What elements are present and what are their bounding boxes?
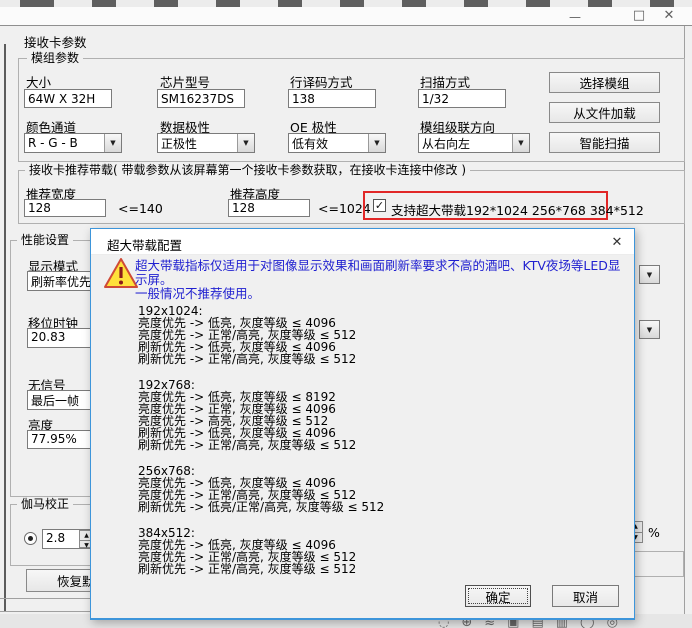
oe-polarity-value: 低有效 [289,134,368,152]
data-polarity-select[interactable]: 正极性 ▼ [157,133,255,153]
chip-model-input[interactable] [157,89,245,108]
chevron-down-icon[interactable]: ▼ [640,266,659,283]
checkmark-icon: ✓ [375,199,384,212]
scan-mode-input[interactable] [418,89,506,108]
percent-suffix: % [648,525,660,540]
spec-line: 刷新优先 -> 低亮/正常/高亮, 灰度等级 ≤ 512 [138,501,608,513]
ok-button[interactable]: 确定 [465,585,531,607]
color-channel-value: R - G - B [25,134,104,152]
row-decode-input[interactable] [288,89,376,108]
chevron-down-icon[interactable]: ▼ [368,134,385,152]
warning-line-2: 一般情况不推荐使用。 [135,287,623,301]
chevron-down-icon[interactable]: ▼ [237,134,254,152]
modal-titlebar: 超大带载配置 ✕ [91,229,634,255]
bottom-divider-line [0,611,90,612]
clipped-menu-bar [0,0,692,7]
gamma-group-title: 伽马校正 [17,497,73,511]
color-channel-select[interactable]: R - G - B ▼ [24,133,122,153]
modal-close-icon[interactable]: ✕ [606,233,628,251]
close-button[interactable]: ✕ [654,7,684,24]
oe-polarity-select[interactable]: 低有效 ▼ [288,133,386,153]
modal-title: 超大带载配置 [107,235,182,254]
spec-line: 刷新优先 -> 正常/高亮, 灰度等级 ≤ 512 [138,563,608,575]
warning-icon [103,257,139,289]
spec-section-192x1024: 192x1024: 亮度优先 -> 低亮, 灰度等级 ≤ 4096 亮度优先 -… [138,305,608,365]
spec-section-384x512: 384x512: 亮度优先 -> 低亮, 灰度等级 ≤ 4096 亮度优先 ->… [138,527,608,575]
page-title: 接收卡参数 [24,32,87,51]
cancel-button[interactable]: 取消 [552,585,619,607]
recommended-load-group-title: 接收卡推荐带载( 带载参数从该屏幕第一个接收卡参数获取，在接收卡连接中修改 ) [25,163,470,177]
chevron-down-icon[interactable]: ▼ [104,134,121,152]
warning-line-1: 超大带载指标仅适用于对图像显示效果和画面刷新率要求不高的酒吧、KTV夜场等LED… [135,259,623,287]
width-limit-text: <=140 [118,201,163,216]
recommended-height-input[interactable] [228,199,310,217]
warning-text: 超大带载指标仅适用于对图像显示效果和画面刷新率要求不高的酒吧、KTV夜场等LED… [135,259,623,301]
bottom-divider-line [0,598,90,599]
performance-group-title: 性能设置 [17,233,73,247]
right-partial-box [634,551,684,577]
load-spec-list: 192x1024: 亮度优先 -> 低亮, 灰度等级 ≤ 4096 亮度优先 -… [138,305,608,589]
spec-section-192x768: 192x768: 亮度优先 -> 低亮, 灰度等级 ≤ 8192 亮度优先 ->… [138,379,608,451]
right-select-arrow[interactable]: ▼ [639,265,660,284]
spec-line: 刷新优先 -> 正常/高亮, 灰度等级 ≤ 512 [138,439,608,451]
module-params-group-title: 模组参数 [27,51,83,65]
size-input[interactable] [24,89,112,108]
spec-section-256x768: 256x768: 亮度优先 -> 低亮, 灰度等级 ≤ 4096 亮度优先 ->… [138,465,608,513]
oversize-load-checkbox-label: 支持超大带载192*1024 256*768 384*512 [391,200,644,219]
screen: — □ ✕ 接收卡参数 模组参数 大小 芯片型号 行译码方式 扫描方式 颜色通道… [0,0,692,628]
recommended-width-input[interactable] [24,199,106,217]
maximize-button[interactable]: □ [624,7,654,24]
oversize-load-checkbox[interactable]: ✓ [373,199,386,212]
data-polarity-value: 正极性 [158,134,237,152]
right-select-arrow[interactable]: ▼ [639,320,660,339]
radio-dot-icon [28,536,33,541]
chevron-down-icon[interactable]: ▼ [512,134,529,152]
cascade-direction-select[interactable]: 从右向左 ▼ [418,133,530,153]
load-from-file-button[interactable]: 从文件加载 [549,102,660,123]
spec-line: 刷新优先 -> 正常/高亮, 灰度等级 ≤ 512 [138,353,608,365]
window-titlebar: — □ ✕ [0,7,692,26]
minimize-button[interactable]: — [560,8,590,25]
oversize-load-modal: 超大带载配置 ✕ 超大带载指标仅适用于对图像显示效果和画面刷新率要求不高的酒吧、… [90,228,635,620]
chevron-down-icon[interactable]: ▼ [640,321,659,338]
smart-scan-button[interactable]: 智能扫描 [549,132,660,153]
left-panel-divider [4,44,6,612]
select-module-button[interactable]: 选择模组 [549,72,660,93]
cascade-direction-value: 从右向左 [419,134,512,152]
gamma-radio[interactable] [24,532,37,545]
